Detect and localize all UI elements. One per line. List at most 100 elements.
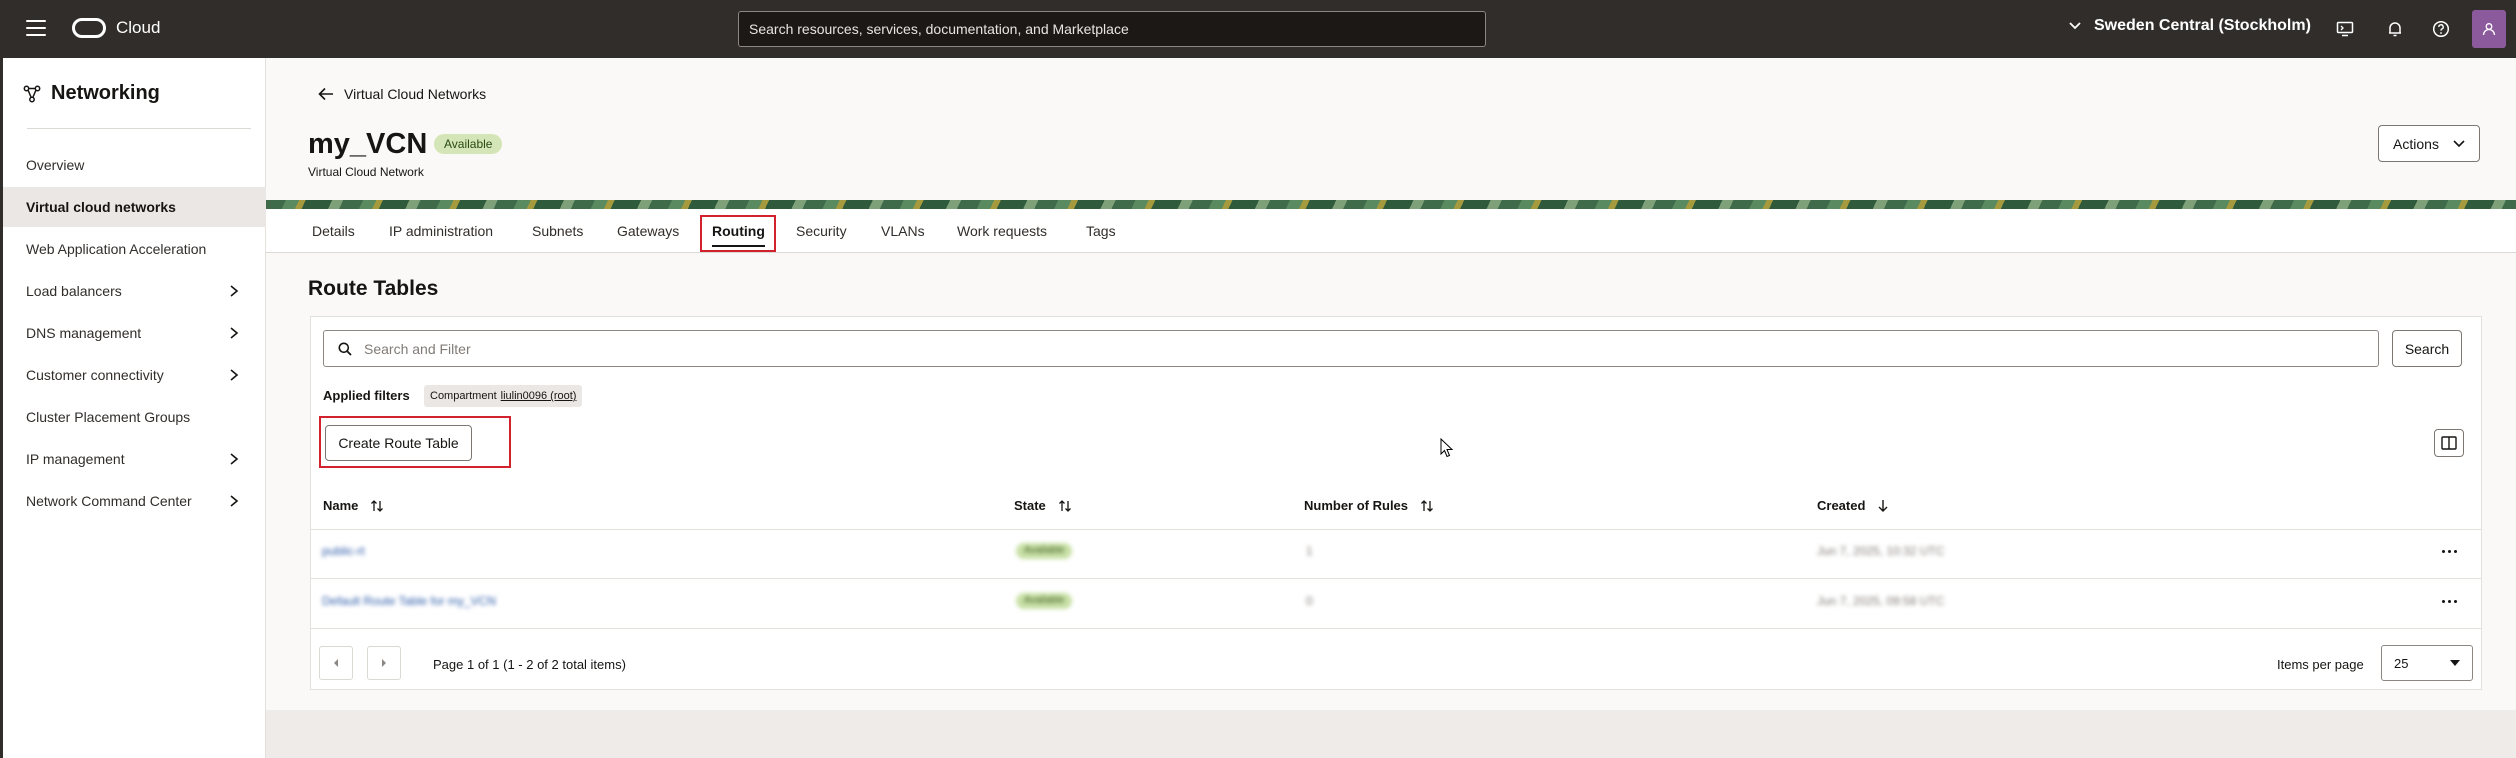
sidebar-item-customer-connectivity[interactable]: Customer connectivity xyxy=(3,355,266,395)
brand-label: Cloud xyxy=(116,18,161,37)
sidebar-item-label: Cluster Placement Groups xyxy=(26,409,191,425)
compartment-filter-chip[interactable]: Compartment liulin0096 (root) xyxy=(424,385,583,407)
chevron-right-icon xyxy=(230,453,239,465)
decorative-banner xyxy=(266,200,2516,209)
table-row-divider xyxy=(311,628,2481,629)
compartment-link[interactable]: liulin0096 (root) xyxy=(501,385,577,407)
tab-subnets[interactable]: Subnets xyxy=(532,209,583,253)
hamburger-menu-icon[interactable] xyxy=(26,20,46,38)
tab-ip-administration[interactable]: IP administration xyxy=(389,209,493,253)
region-selector[interactable]: Sweden Central (Stockholm) xyxy=(2068,17,2311,35)
column-settings-button[interactable] xyxy=(2434,429,2464,457)
sidebar-item-load-balancers[interactable]: Load balancers xyxy=(3,271,266,311)
sidebar-title-label: Networking xyxy=(51,82,160,104)
sort-icon xyxy=(1058,499,1071,512)
column-header-number-of-rules[interactable]: Number of Rules xyxy=(1304,498,1434,513)
sort-icon xyxy=(371,499,384,512)
chevron-right-icon xyxy=(230,369,239,381)
sidebar-item-web-application-acceleration[interactable]: Web Application Acceleration xyxy=(3,229,266,269)
page-title: my_VCN xyxy=(308,128,428,160)
cloud-shell-icon[interactable] xyxy=(2333,17,2357,41)
sidebar-item-overview[interactable]: Overview xyxy=(3,145,266,185)
table-header-divider xyxy=(311,529,2481,530)
sidebar: Networking Overview Virtual cloud networ… xyxy=(0,58,266,758)
chevron-down-icon xyxy=(2453,139,2465,147)
column-header-label: Created xyxy=(1817,498,1866,513)
tab-details[interactable]: Details xyxy=(312,209,355,253)
chevron-down-icon xyxy=(2069,22,2081,30)
oracle-logo-icon xyxy=(72,18,106,38)
column-header-state[interactable]: State xyxy=(1014,498,1072,513)
region-label: Sweden Central (Stockholm) xyxy=(2094,17,2311,34)
back-to-vcns-link[interactable]: Virtual Cloud Networks xyxy=(318,86,486,102)
arrow-left-icon xyxy=(318,87,333,101)
tab-work-requests[interactable]: Work requests xyxy=(957,209,1047,253)
tab-tags[interactable]: Tags xyxy=(1086,209,1116,253)
row-created: Jun 7, 2025, 09:58 UTC xyxy=(1817,594,1945,608)
mouse-cursor-icon xyxy=(1440,438,1454,458)
pagination-status: Page 1 of 1 (1 - 2 of 2 total items) xyxy=(433,657,626,672)
chevron-right-icon xyxy=(230,327,239,339)
next-page-button[interactable] xyxy=(367,646,401,680)
create-route-table-button[interactable]: Create Route Table xyxy=(325,425,472,461)
search-button[interactable]: Search xyxy=(2392,330,2462,367)
sidebar-item-ip-management[interactable]: IP management xyxy=(3,439,266,479)
sidebar-item-label: IP management xyxy=(26,451,125,467)
tab-vlans[interactable]: VLANs xyxy=(881,209,925,253)
global-search-input[interactable] xyxy=(749,21,1475,37)
column-header-label: Number of Rules xyxy=(1304,498,1409,513)
sidebar-item-label: Virtual cloud networks xyxy=(26,199,176,215)
sidebar-item-label: Web Application Acceleration xyxy=(26,241,207,257)
column-header-name[interactable]: Name xyxy=(323,498,384,513)
sidebar-item-label: Network Command Center xyxy=(26,493,192,509)
items-per-page-select[interactable]: 25 xyxy=(2381,645,2473,681)
row-name-link[interactable]: Default Route Table for my_VCN xyxy=(322,594,496,608)
footer-pattern xyxy=(266,710,2516,758)
search-filter[interactable] xyxy=(323,330,2379,367)
search-filter-input[interactable] xyxy=(364,340,2302,357)
chevron-left-icon xyxy=(334,659,338,667)
help-icon[interactable] xyxy=(2429,17,2453,41)
column-header-label: Name xyxy=(323,498,359,513)
sort-descending-icon xyxy=(1878,499,1888,512)
back-link-label: Virtual Cloud Networks xyxy=(344,86,487,102)
row-state-badge: Available xyxy=(1016,543,1073,559)
previous-page-button[interactable] xyxy=(319,646,353,680)
sidebar-title: Networking xyxy=(23,82,160,105)
row-rules-count: 1 xyxy=(1306,544,1313,558)
sidebar-item-dns-management[interactable]: DNS management xyxy=(3,313,266,353)
row-actions-menu[interactable] xyxy=(2438,542,2460,560)
section-title: Route Tables xyxy=(308,277,439,300)
actions-button[interactable]: Actions xyxy=(2378,125,2480,162)
row-rules-count: 0 xyxy=(1306,594,1313,608)
sidebar-item-network-command-center[interactable]: Network Command Center xyxy=(3,481,266,521)
sidebar-item-label: Customer connectivity xyxy=(26,367,164,383)
networking-icon xyxy=(23,85,41,102)
chevron-right-icon xyxy=(230,285,239,297)
page-subtitle: Virtual Cloud Network xyxy=(308,165,424,179)
sidebar-item-label: Overview xyxy=(26,157,85,173)
column-header-created[interactable]: Created xyxy=(1817,498,1889,513)
tab-routing[interactable]: Routing xyxy=(712,209,765,253)
sidebar-item-cluster-placement-groups[interactable]: Cluster Placement Groups xyxy=(3,397,266,437)
row-actions-menu[interactable] xyxy=(2438,592,2460,610)
status-badge: Available xyxy=(434,134,503,154)
row-created: Jun 7, 2025, 10:32 UTC xyxy=(1817,544,1945,558)
search-icon xyxy=(338,342,352,356)
global-search[interactable] xyxy=(738,11,1486,47)
columns-icon xyxy=(2441,436,2457,450)
applied-filters-label: Applied filters xyxy=(323,388,410,403)
column-header-label: State xyxy=(1014,498,1046,513)
user-avatar[interactable] xyxy=(2472,10,2506,48)
actions-label: Actions xyxy=(2393,135,2439,152)
row-name-link[interactable]: public-rt xyxy=(322,544,365,558)
row-state-badge: Available xyxy=(1016,593,1073,609)
sidebar-divider xyxy=(27,128,251,129)
tab-gateways[interactable]: Gateways xyxy=(617,209,679,253)
oracle-cloud-logo[interactable]: Cloud xyxy=(72,18,160,38)
bell-icon[interactable] xyxy=(2383,17,2407,41)
tab-security[interactable]: Security xyxy=(796,209,847,253)
sidebar-item-label: DNS management xyxy=(26,325,142,341)
sidebar-item-virtual-cloud-networks[interactable]: Virtual cloud networks xyxy=(3,187,266,227)
sidebar-item-label: Load balancers xyxy=(26,283,122,299)
